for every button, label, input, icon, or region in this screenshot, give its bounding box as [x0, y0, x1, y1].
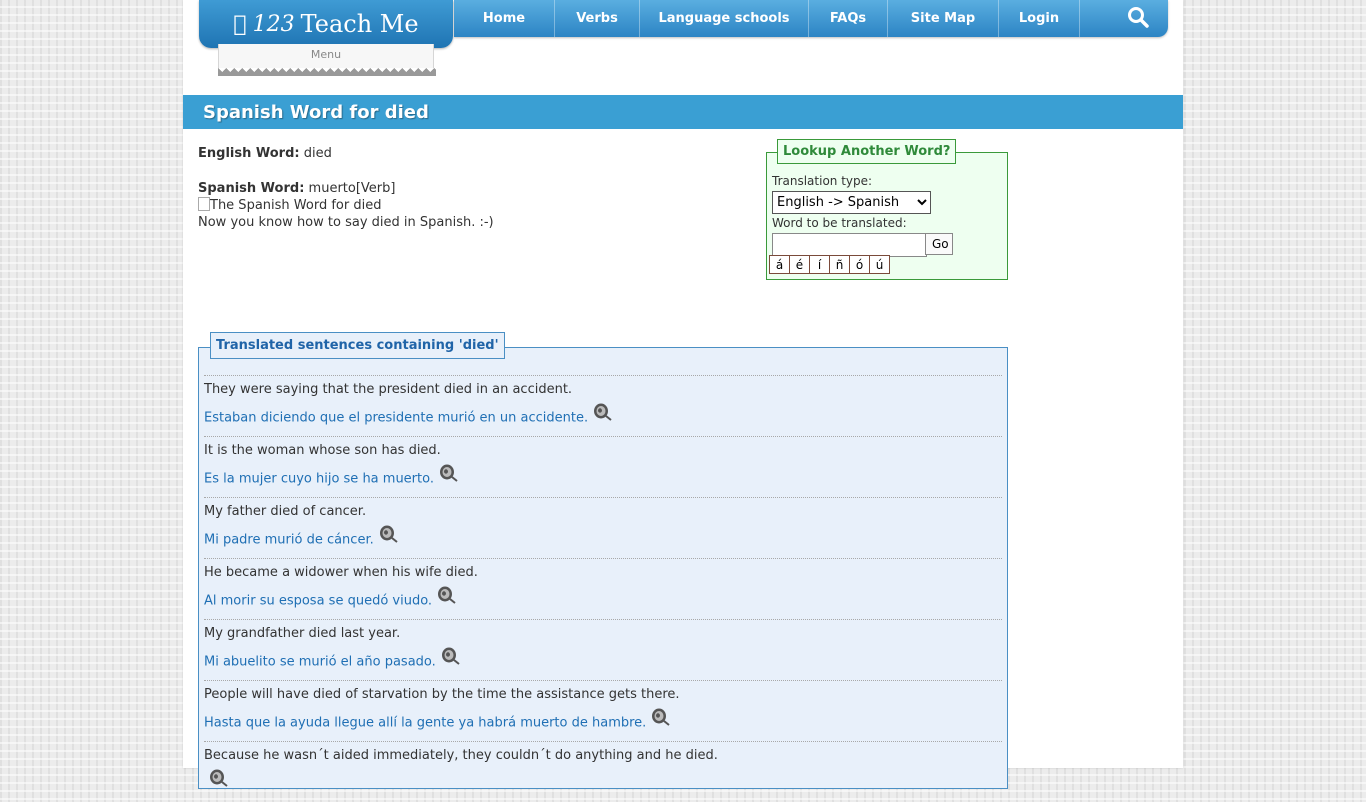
sentence-spanish: Mi padre murió de cáncer.	[204, 525, 398, 552]
word-info: English Word: died Spanish Word: muerto[…	[198, 145, 738, 231]
sentence-row: They were saying that the president died…	[204, 375, 1002, 436]
sentence-spanish	[204, 769, 228, 796]
speaker-icon[interactable]	[592, 401, 612, 425]
word-image-broken: The Spanish Word for died	[198, 197, 738, 214]
accent-i-button[interactable]: í	[809, 255, 830, 274]
menu-toggle[interactable]: Menu	[218, 44, 434, 70]
nav-login[interactable]: Login	[999, 0, 1080, 37]
sentence-row: It is the woman whose son has died. Es la…	[204, 436, 1002, 497]
site-logo[interactable]:  123 Teach Me	[199, 0, 453, 48]
accent-o-button[interactable]: ó	[849, 255, 870, 274]
menu-zigzag-edge	[218, 68, 436, 76]
accent-n-button[interactable]: ñ	[829, 255, 850, 274]
go-button[interactable]: Go	[925, 233, 953, 255]
sentence-list: They were saying that the president died…	[204, 375, 1002, 802]
spanish-word-value: muerto[Verb]	[308, 181, 396, 196]
sentence-spanish-text: Es la mujer cuyo hijo se ha muerto.	[204, 471, 434, 487]
translation-type-select[interactable]: English -> Spanish	[772, 191, 931, 214]
sentence-spanish-text: Mi abuelito se murió el año pasado.	[204, 654, 436, 670]
sentence-row: People will have died of starvation by t…	[204, 680, 1002, 741]
word-image-alt: The Spanish Word for died	[210, 198, 382, 213]
search-icon	[1127, 6, 1149, 32]
title-bar: Spanish Word for died	[183, 95, 1183, 129]
sentence-row: Because he wasn´t aided immediately, the…	[204, 741, 1002, 802]
speaker-icon[interactable]	[438, 462, 458, 486]
spanish-word-label: Spanish Word:	[198, 181, 305, 196]
nav-language-schools[interactable]: Language schools	[640, 0, 809, 37]
word-input[interactable]	[772, 233, 927, 257]
sentence-spanish-text: Mi padre murió de cáncer.	[204, 532, 374, 548]
sentence-spanish: Al morir su esposa se quedó viudo.	[204, 586, 456, 613]
sentences-box: Translated sentences containing 'died' T…	[198, 332, 1008, 789]
logo-number: 123	[246, 11, 295, 37]
english-word-label: English Word:	[198, 146, 300, 161]
sentence-english: He became a widower when his wife died.	[204, 565, 478, 580]
lookup-box: Lookup Another Word? Translation type: E…	[766, 139, 1008, 280]
broken-image-icon	[198, 197, 210, 211]
sentence-english: People will have died of starvation by t…	[204, 687, 680, 702]
word-to-translate-label: Word to be translated:	[772, 216, 907, 230]
sentence-english: My grandfather died last year.	[204, 626, 401, 641]
nav-faqs[interactable]: FAQs	[809, 0, 888, 37]
sentences-legend: Translated sentences containing 'died'	[210, 332, 505, 359]
sentence-spanish: Es la mujer cuyo hijo se ha muerto.	[204, 464, 458, 491]
sentence-spanish-text: Hasta que la ayuda llegue allí la gente …	[204, 715, 647, 731]
nav-home[interactable]: Home	[454, 0, 555, 37]
sentence-row: My father died of cancer. Mi padre murió …	[204, 497, 1002, 558]
sentence-english: They were saying that the president died…	[204, 382, 573, 397]
speaker-icon[interactable]	[436, 584, 456, 608]
logo-text: Teach Me	[294, 10, 419, 38]
sentence-row: My grandfather died last year. Mi abuelit…	[204, 619, 1002, 680]
translation-type-label: Translation type:	[772, 174, 873, 188]
menu-label: Menu	[310, 48, 342, 61]
english-word-value: died	[303, 146, 332, 161]
accent-a-button[interactable]: á	[769, 255, 790, 274]
accent-buttons: á é í ñ ó ú	[769, 255, 890, 274]
main-nav: Home Verbs Language schools FAQs Site Ma…	[454, 0, 1168, 37]
sentence-english: Because he wasn´t aided immediately, the…	[204, 748, 718, 763]
nav-verbs[interactable]: Verbs	[555, 0, 640, 37]
nav-site-map[interactable]: Site Map	[888, 0, 999, 37]
sentence-spanish: Hasta que la ayuda llegue allí la gente …	[204, 708, 670, 735]
speaker-icon[interactable]	[650, 706, 670, 730]
sentence-spanish: Estaban diciendo que el presidente murió…	[204, 403, 612, 430]
speaker-icon[interactable]	[440, 645, 460, 669]
accent-u-button[interactable]: ú	[869, 255, 890, 274]
sentence-spanish: Mi abuelito se murió el año pasado.	[204, 647, 460, 674]
speaker-icon[interactable]	[378, 523, 398, 547]
sentence-spanish-text: Al morir su esposa se quedó viudo.	[204, 593, 433, 609]
lookup-legend: Lookup Another Word?	[777, 139, 957, 164]
page-container:  123 Teach Me Menu Home Verbs Language …	[183, 0, 1183, 789]
speaker-icon[interactable]	[208, 767, 228, 791]
search-button[interactable]	[1108, 0, 1168, 37]
apple-icon: 	[233, 12, 246, 37]
sentence-english: My father died of cancer.	[204, 504, 367, 519]
accent-e-button[interactable]: é	[789, 255, 810, 274]
word-note: Now you know how to say died in Spanish.…	[198, 215, 494, 230]
sentence-english: It is the woman whose son has died.	[204, 443, 441, 458]
sentence-row: He became a widower when his wife died. A…	[204, 558, 1002, 619]
page-title: Spanish Word for died	[203, 102, 429, 123]
sentence-spanish-text: Estaban diciendo que el presidente murió…	[204, 410, 589, 426]
